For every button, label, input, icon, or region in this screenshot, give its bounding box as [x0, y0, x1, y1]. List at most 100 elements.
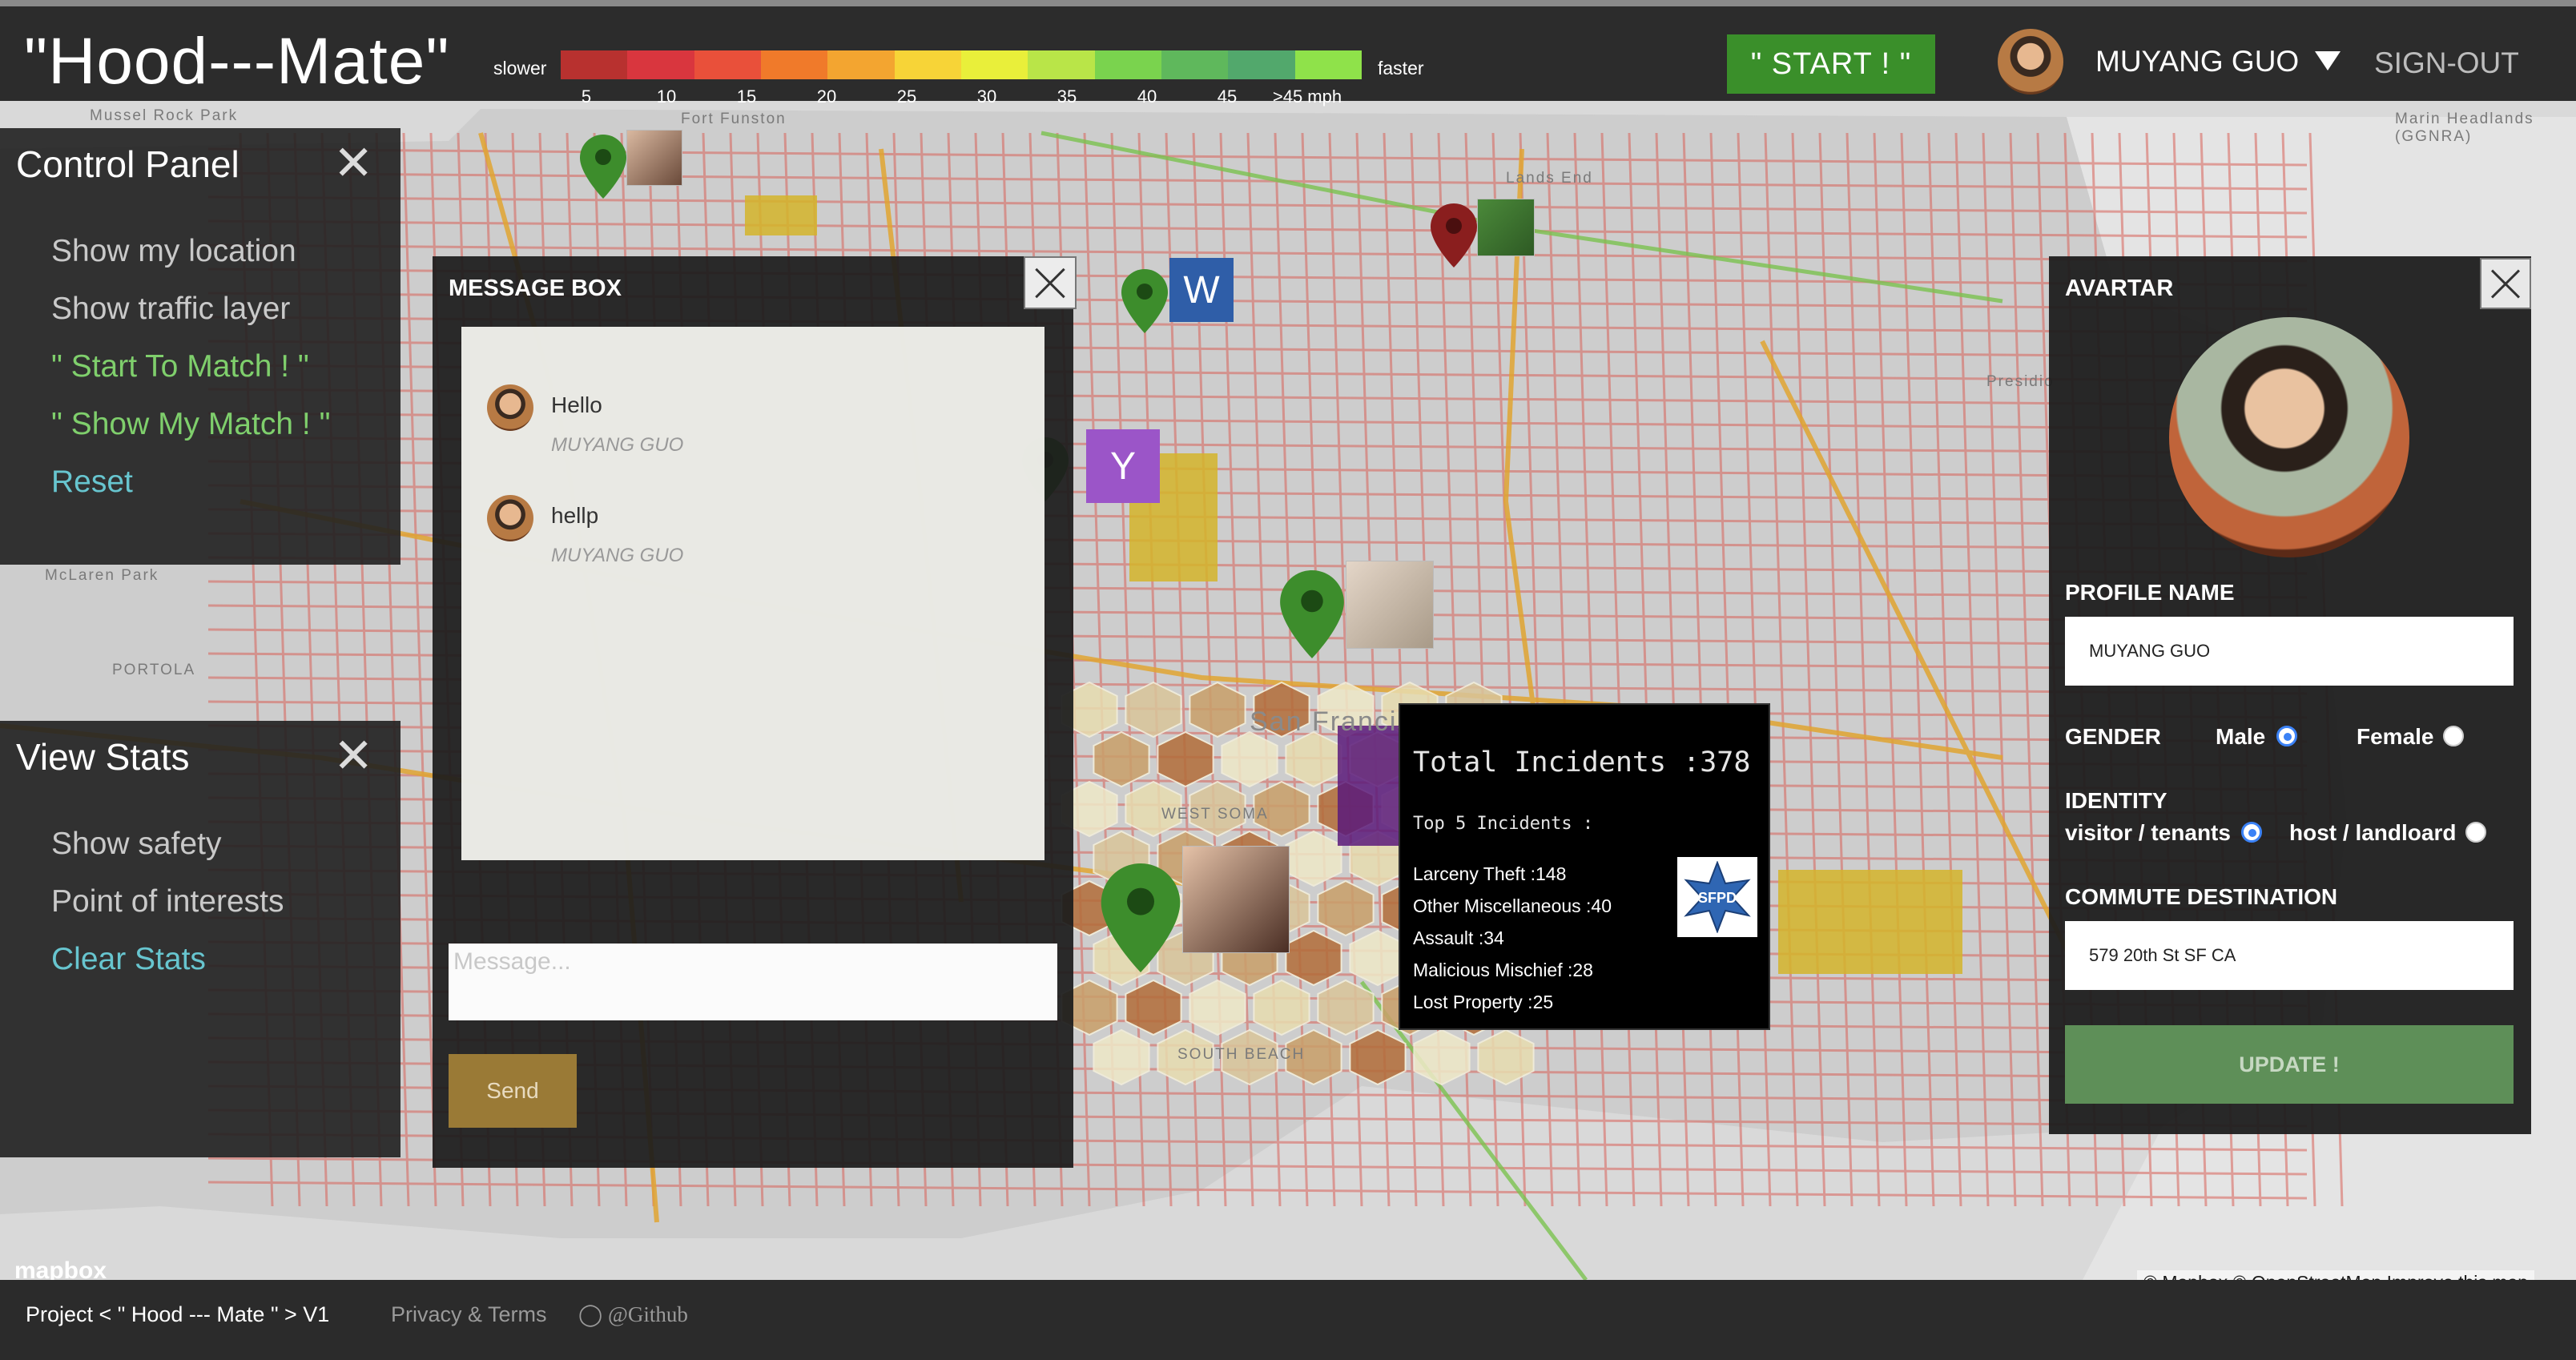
user-photo-marker[interactable] [1182, 846, 1290, 953]
control-panel: Control Panel ✕ Show my location Show tr… [0, 128, 400, 565]
close-icon[interactable] [1024, 256, 1077, 309]
footer-privacy-link[interactable]: Privacy & Terms [391, 1302, 547, 1327]
signout-link[interactable]: SIGN-OUT [2374, 46, 2519, 80]
mapbox-logo[interactable]: mapbox [14, 1257, 107, 1280]
commute-destination-label: COMMUTE DESTINATION [2065, 884, 2338, 909]
user-name[interactable]: MUYANG GUO [2095, 45, 2299, 78]
map-pin-icon[interactable] [580, 135, 626, 199]
profile-photo [2169, 317, 2409, 557]
traffic-legend-slower: slower [493, 58, 547, 78]
sfpd-badge-text: SFPD [1698, 890, 1737, 906]
show-traffic-layer-item[interactable]: Show traffic layer [51, 292, 290, 327]
identity-host-radio[interactable] [2465, 822, 2486, 843]
speed-legend-segment [627, 50, 694, 79]
speed-legend-tick: 5 [581, 87, 592, 107]
map-pin-icon[interactable] [1431, 203, 1477, 268]
avatar[interactable] [1998, 29, 2063, 95]
footer-github-label: @Github [607, 1302, 688, 1326]
map-label-presidio: Presidio [1986, 373, 2055, 390]
speed-legend-segment [1028, 50, 1095, 79]
gender-male-radio[interactable] [2276, 726, 2297, 746]
avatar-panel-title: AVARTAR [2065, 276, 2174, 301]
footer-github-link[interactable]: ◯ @Github [578, 1302, 688, 1327]
identity-label: IDENTITY [2065, 788, 2167, 813]
speed-legend-segment [1161, 50, 1229, 79]
gender-label: GENDER [2065, 724, 2161, 749]
speed-legend-tick: 20 [816, 87, 837, 107]
send-button[interactable]: Send [449, 1054, 577, 1128]
incidents-total: Total Incidents :378 [1413, 746, 1751, 779]
view-stats-panel: View Stats ✕ Show safety Point of intere… [0, 721, 400, 1157]
incident-row: Lost Property :25 [1413, 992, 1554, 1012]
sfpd-badge-icon: SFPD [1677, 857, 1757, 937]
map-label-lands-end: Lands End [1506, 170, 1593, 187]
control-panel-title: Control Panel [16, 143, 239, 185]
map-pin-icon[interactable] [1280, 570, 1344, 658]
speed-legend-tick: 35 [1057, 87, 1077, 107]
speed-legend-tick: 15 [736, 87, 757, 107]
profile-name-label: PROFILE NAME [2065, 580, 2235, 605]
start-button[interactable]: " START ! " [1727, 34, 1935, 94]
start-to-match-item[interactable]: " Start To Match ! " [51, 349, 309, 384]
incident-row: Assault :34 [1413, 927, 1504, 948]
user-photo-marker[interactable] [1477, 199, 1535, 256]
avatar [487, 384, 533, 431]
top-bar: "Hood---Mate" slower 5 10 15 20 25 30 35 40 45 >4… [0, 0, 2576, 107]
message-text: hellp [551, 503, 599, 528]
list-item: hellp MUYANG GUO [487, 495, 968, 575]
close-icon[interactable]: ✕ [333, 139, 373, 187]
message-text: Hello [551, 392, 602, 417]
incident-row: Other Miscellaneous :40 [1413, 895, 1612, 916]
speed-legend-segment [1294, 50, 1362, 79]
gender-female-radio[interactable] [2443, 726, 2464, 746]
speed-legend-segment [827, 50, 895, 79]
message-input[interactable] [449, 944, 1057, 1020]
traffic-speed-ticks: 5 10 15 20 25 30 35 40 45 >45 mph [561, 87, 1362, 107]
clear-stats-item[interactable]: Clear Stats [51, 942, 206, 977]
show-my-match-item[interactable]: " Show My Match ! " [51, 407, 330, 442]
point-of-interests-item[interactable]: Point of interests [51, 884, 284, 919]
chevron-down-icon[interactable] [2315, 51, 2341, 70]
message-author: MUYANG GUO [551, 545, 684, 566]
incidents-top-label: Top 5 Incidents : [1413, 814, 1594, 834]
incident-row: Larceny Theft :148 [1413, 863, 1567, 884]
speed-legend-segment [960, 50, 1028, 79]
reset-item[interactable]: Reset [51, 465, 133, 500]
footer-project: Project < " Hood --- Mate " > V1 [26, 1302, 330, 1326]
gender-female-label[interactable]: Female [2357, 724, 2434, 750]
map-label-west-soma: WEST SOMA [1161, 806, 1269, 823]
update-button[interactable]: UPDATE ! [2065, 1025, 2514, 1104]
map-label-fort-funston: Fort Funston [681, 111, 787, 127]
identity-visitor-radio[interactable] [2241, 822, 2262, 843]
message-list[interactable]: Hello MUYANG GUO hellp MUYANG GUO [461, 327, 1044, 860]
user-photo-marker[interactable] [626, 130, 682, 186]
map-tile-w[interactable]: W [1169, 258, 1234, 322]
map-label-portola: PORTOLA [112, 662, 196, 678]
speed-legend-tick: 45 [1217, 87, 1238, 107]
user-photo-marker[interactable] [1346, 561, 1434, 649]
speed-legend-tick: 40 [1137, 87, 1157, 107]
speed-legend-segment [694, 50, 761, 79]
identity-host-label[interactable]: host / landloard [2289, 820, 2456, 846]
avatar-panel: AVARTAR PROFILE NAME GENDER Male Female … [2049, 256, 2531, 1134]
footer: Project < " Hood --- Mate " > V1 Privacy… [0, 1280, 2576, 1360]
map-pin-icon[interactable] [1121, 269, 1168, 333]
map-attribution[interactable]: © Mapbox © OpenStreetMap Improve this ma… [2137, 1270, 2535, 1280]
map-tile-y[interactable]: Y [1086, 429, 1160, 503]
close-icon[interactable]: ✕ [333, 732, 373, 780]
speed-legend-tick: 10 [656, 87, 677, 107]
app-title: "Hood---Mate" [24, 25, 450, 98]
profile-name-field[interactable] [2065, 617, 2514, 686]
speed-legend-tick: 25 [896, 87, 917, 107]
gender-male-label[interactable]: Male [2216, 724, 2265, 750]
close-icon[interactable] [2480, 258, 2531, 309]
show-my-location-item[interactable]: Show my location [51, 234, 296, 269]
list-item: Hello MUYANG GUO [487, 384, 968, 465]
map-label-mclaren: McLaren Park [45, 567, 159, 584]
identity-visitor-label[interactable]: visitor / tenants [2065, 820, 2231, 846]
commute-destination-field[interactable] [2065, 921, 2514, 990]
traffic-legend-faster: faster [1378, 58, 1424, 78]
show-safety-item[interactable]: Show safety [51, 827, 221, 862]
map-label-mussel-rock: Mussel Rock Park [90, 107, 239, 124]
map-pin-icon[interactable] [1101, 863, 1181, 972]
